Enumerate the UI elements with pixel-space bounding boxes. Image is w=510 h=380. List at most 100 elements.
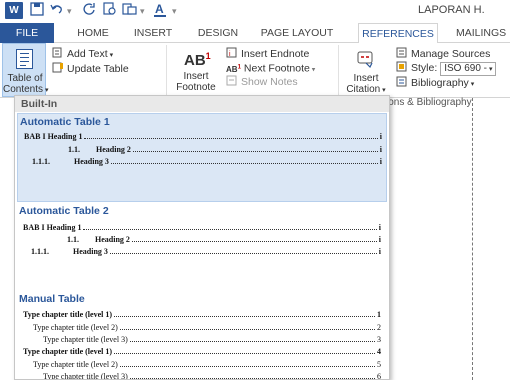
insert-footnote-label-1: Insert <box>183 71 209 82</box>
toc-line-page: 4 <box>377 347 381 356</box>
citation-dropdown-icon: ▾ <box>380 87 386 94</box>
style-icon <box>396 61 407 72</box>
customize-dropdown-icon[interactable]: ▾ <box>140 2 145 20</box>
toc-line-page: 1 <box>377 310 381 319</box>
footnote-icon: AB1 <box>184 51 211 69</box>
show-notes-button[interactable]: Show Notes <box>226 75 298 89</box>
toc-line: Type chapter title (level 2) 5 <box>33 360 381 369</box>
table-of-contents-button[interactable]: Table of Contents ▾ <box>2 43 49 97</box>
tab-file[interactable]: FILE <box>0 23 54 43</box>
toc-line: 1.1. Heading 2 i <box>68 145 382 154</box>
save-icon[interactable] <box>30 2 44 20</box>
toc-line-number: 1.1. <box>68 145 80 154</box>
style-value: ISO 690 - <box>444 63 487 74</box>
toc-line-number: 1.1.1. <box>31 247 49 256</box>
toc-line-page: i <box>378 235 381 244</box>
gallery-item-automatic-table-1[interactable]: Automatic Table 1 BAB I Heading 1 i 1.1. H… <box>17 113 387 202</box>
toc-line-page: i <box>379 157 382 166</box>
font-color-icon[interactable]: A <box>153 2 167 20</box>
style-label: Style: <box>411 62 438 74</box>
tab-references[interactable]: REFERENCES <box>358 23 438 44</box>
toc-line-text: Type chapter title (level 1) <box>23 310 113 319</box>
quick-access-more-icon[interactable]: ▾ <box>172 2 177 20</box>
undo-dropdown-icon[interactable]: ▾ <box>67 2 72 20</box>
undo-icon[interactable] <box>50 2 64 20</box>
manage-sources-icon <box>396 47 407 58</box>
style-dropdown[interactable]: ISO 690 - ▾ <box>440 62 497 76</box>
insert-citation-label-1: Insert <box>353 73 379 84</box>
bibliography-label: Bibliography <box>411 77 469 89</box>
toc-gallery: Built-In Automatic Table 1 BAB I Heading… <box>14 95 390 380</box>
toc-line-page: 2 <box>377 323 381 332</box>
group-label-citations: ions & Bibliography <box>386 97 472 108</box>
show-notes-icon <box>226 75 237 86</box>
manage-sources-button[interactable]: Manage Sources <box>396 47 490 61</box>
section-title: Automatic Table 2 <box>19 205 109 217</box>
toc-line-text: BAB I Heading 1 <box>24 132 83 141</box>
toc-label-line1: Table of <box>7 73 43 84</box>
toc-line: Type chapter title (level 1) 4 <box>23 347 381 356</box>
insert-endnote-icon: i <box>226 47 237 58</box>
toc-line-page: i <box>378 223 381 232</box>
ribbon: Table of Contents ▾ Add Text ▾ Update Ta… <box>0 43 510 97</box>
tab-insert[interactable]: INSERT <box>128 23 178 43</box>
section-title: Automatic Table 1 <box>20 116 110 128</box>
show-notes-label: Show Notes <box>241 76 298 88</box>
gallery-header-builtin: Built-In <box>15 96 389 112</box>
citation-icon <box>356 49 376 74</box>
toc-line: Type chapter title (level 2) 2 <box>33 323 381 332</box>
tab-mailings[interactable]: MAILINGS <box>450 23 510 43</box>
toc-line-text: Type chapter title (level 3) <box>43 372 128 380</box>
toc-line: BAB I Heading 1 i <box>24 132 382 141</box>
toc-line-page: 3 <box>377 335 381 344</box>
insert-endnote-button[interactable]: i Insert Endnote <box>226 47 309 61</box>
ribbon-separator <box>338 45 339 95</box>
toc-line-text: Heading 2 <box>96 145 131 154</box>
print-preview-icon[interactable] <box>103 2 117 20</box>
toc-line: Type chapter title (level 3) 3 <box>43 335 381 344</box>
style-dropdown-icon: ▾ <box>487 66 493 73</box>
toc-line-page: 6 <box>377 372 381 380</box>
redo-icon[interactable] <box>82 2 96 20</box>
add-text-icon <box>52 47 62 58</box>
ribbon-tabs: FILE HOME INSERT DESIGN PAGE LAYOUT REFE… <box>0 23 510 44</box>
toc-line-text: Type chapter title (level 3) <box>43 335 128 344</box>
add-text-button[interactable]: Add Text ▾ <box>52 47 113 62</box>
toc-line-number: 1.1. <box>67 235 79 244</box>
tab-home[interactable]: HOME <box>68 23 118 43</box>
tab-page-layout[interactable]: PAGE LAYOUT <box>256 23 338 43</box>
toc-line: 1.1. Heading 2 i <box>67 235 381 244</box>
update-table-button[interactable]: Update Table <box>52 62 129 76</box>
update-table-label: Update Table <box>67 63 129 75</box>
insert-footnote-button[interactable]: AB1 Insert Footnote <box>172 45 220 95</box>
touch-mode-icon[interactable] <box>122 2 138 20</box>
next-footnote-icon: AB1 <box>226 64 241 74</box>
bibliography-button[interactable]: Bibliography ▾ <box>396 76 474 91</box>
toc-line: Type chapter title (level 3) 6 <box>43 372 381 380</box>
table-of-contents-icon <box>16 49 33 69</box>
section-title: Manual Table <box>19 293 85 305</box>
margin-guide-line <box>472 98 473 380</box>
bibliography-icon <box>396 76 407 87</box>
toc-line-text: Heading 2 <box>95 235 130 244</box>
document-title: LAPORAN H. <box>418 4 485 16</box>
manage-sources-label: Manage Sources <box>411 48 491 60</box>
toc-line-page: i <box>379 132 382 141</box>
ribbon-separator <box>166 45 167 95</box>
toc-line-number: 1.1.1. <box>32 157 50 166</box>
add-text-dropdown-icon: ▾ <box>107 52 114 59</box>
gallery-item-automatic-table-2[interactable]: Automatic Table 2 BAB I Heading 1 i 1.1. H… <box>17 202 387 280</box>
title-bar: W ▾ ▾ A ▾ LAPORAN H. <box>0 0 510 23</box>
insert-footnote-label-2: Footnote <box>176 82 216 93</box>
toc-line-page: i <box>378 247 381 256</box>
toc-line-text: Heading 3 <box>73 247 108 256</box>
toc-line: 1.1.1. Heading 3 i <box>31 247 381 256</box>
toc-line-text: Type chapter title (level 2) <box>33 323 118 332</box>
word-app-icon[interactable]: W <box>5 2 23 19</box>
insert-citation-button[interactable]: Insert Citation ▾ <box>344 45 388 95</box>
update-table-icon <box>52 62 63 73</box>
svg-text:A: A <box>155 2 164 16</box>
toc-label-line2: Contents <box>3 84 44 95</box>
gallery-item-manual-table[interactable]: Manual Table Type chapter title (level 1… <box>17 290 387 380</box>
tab-design[interactable]: DESIGN <box>190 23 246 43</box>
